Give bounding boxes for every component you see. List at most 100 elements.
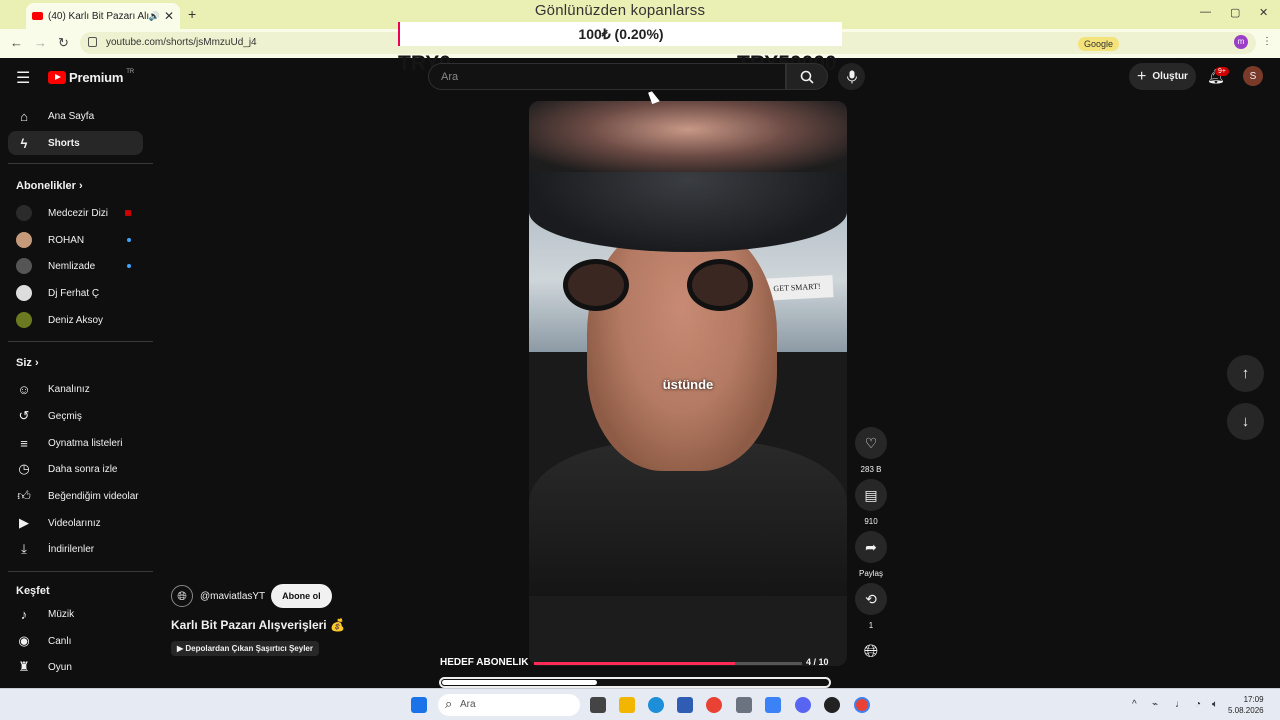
you-heading-label: Siz [16,357,32,369]
sidebar-item-liked-videos[interactable]: 👍︎ Beğendiğim videolar [8,484,143,508]
store-icon[interactable] [677,697,693,713]
sidebar-item-playlists[interactable]: ≡ Oynatma listeleri [8,431,143,455]
comment-button[interactable]: ▤ 910 [855,479,887,526]
next-short-button[interactable]: ↓ [1227,403,1264,440]
site-info-icon[interactable] [88,37,97,47]
sidebar-item-label: Deniz Aksoy [48,314,104,326]
search-input[interactable]: Ara [428,63,786,90]
clock-icon: ◷ [18,461,30,476]
sidebar-item-downloads[interactable]: ⤓ İndirilenler [8,537,143,561]
sidebar-item-your-videos[interactable]: ▶ Videolarınız [8,511,143,535]
calculator-icon[interactable] [736,697,752,713]
speaker-icon[interactable]: 🔊 [149,11,160,22]
new-content-dot-icon [127,264,131,268]
tab-close-icon[interactable]: ✕ [164,9,174,23]
tray-overflow-icon[interactable]: ^ [1132,699,1137,710]
sidebar-item-subscription[interactable]: Medcezir Dizi [8,201,143,225]
obs-icon[interactable] [824,697,840,713]
browser-menu-icon[interactable]: ⋮ [1262,36,1272,47]
you-heading[interactable]: Siz › [16,357,39,369]
channel-globe-icon[interactable]: 🌐︎ [171,585,193,607]
subscribe-button[interactable]: Abone ol [271,584,332,608]
sidebar-item-label: Medcezir Dizi [48,207,109,219]
mic-tray-icon[interactable]: ♩ [1175,699,1185,710]
sidebar-item-subscription[interactable]: Nemlizade [8,254,143,278]
sidebar-item-home[interactable]: ⌂ Ana Sayfa [8,104,143,128]
sidebar-item-watch-later[interactable]: ◷ Daha sonra izle [8,457,143,481]
sidebar-item-label: Geçmiş [48,410,82,422]
forward-icon[interactable]: → [34,35,47,50]
create-button[interactable]: + Oluştur [1129,63,1196,90]
arrow-down-icon: ↓ [1241,413,1250,430]
sidebar-item-label: Oyun [48,661,72,673]
sidebar-item-your-channel[interactable]: ☺ Kanalınız [8,377,143,401]
file-explorer-icon[interactable] [619,697,635,713]
divider [8,163,153,164]
taskbar-search[interactable]: Ara [438,694,580,716]
comment-count: 910 [864,517,878,526]
sidebar-item-label: ROHAN [48,234,85,246]
audio-channel-button[interactable]: 🌐︎ [855,635,887,667]
sidebar-item-shorts[interactable]: ϟ Shorts [8,131,143,155]
video-person-face [587,221,777,471]
live-indicator-icon [125,210,131,216]
wifi-icon[interactable]: ◔ [1195,699,1201,710]
remix-count: 1 [868,621,874,630]
browser-tab[interactable]: (40) Karlı Bit Pazarı Alışveriş 🔊 ✕ [26,3,180,29]
comment-icon: ▤ [855,479,887,511]
sidebar-item-music[interactable]: ♪ Müzik [8,602,143,626]
taskbar: Ara ^ ⌁ ♩ ◔ 🔈︎ 17:09 5.08.2026 [0,688,1280,720]
task-view-icon[interactable] [590,697,606,713]
sidebar-item-live[interactable]: ◉ Canlı [8,629,143,653]
chrome-icon[interactable] [706,697,722,713]
new-tab-button[interactable]: + [188,6,196,22]
sidebar-item-label: İndirilenler [48,543,95,555]
clock-date: 5.08.2026 [1228,706,1264,715]
video-icon: ▶ [19,515,29,530]
channel-avatar [16,258,32,274]
chevron-right-icon: › [78,180,83,192]
video-progress-bar[interactable] [439,677,831,688]
remix-button[interactable]: ⟲ 1 [855,583,887,630]
channel-avatar [16,232,32,248]
search-button[interactable] [786,63,828,90]
window-close-button[interactable]: ✕ [1259,6,1268,19]
discord-icon[interactable] [795,697,811,713]
window-maximize-button[interactable]: ▢ [1230,6,1240,19]
back-icon[interactable]: ← [10,35,23,50]
sidebar-item-subscription[interactable]: Dj Ferhat Ç [8,281,143,305]
reload-icon[interactable]: ↻ [58,35,69,51]
sidebar-item-gaming[interactable]: ♜ Oyun [8,655,143,679]
google-lens-chip[interactable]: Google [1078,37,1120,51]
volume-icon[interactable]: 🔈︎ [1212,699,1218,710]
previous-short-button[interactable]: ↑ [1227,355,1264,392]
edge-icon[interactable] [648,697,664,713]
voice-search-button[interactable] [838,63,865,90]
network-icon[interactable]: ⌁ [1152,699,1158,710]
window-minimize-button[interactable]: — [1200,6,1211,18]
account-avatar[interactable]: S [1243,66,1263,86]
divider [8,571,153,572]
video-person-hat [529,172,847,252]
like-button[interactable]: ♡ 283 B [855,427,887,474]
thumbs-up-icon: 👍︎ [17,488,31,503]
short-video-player[interactable]: GET SMART! üstünde [529,101,847,666]
channel-info: 🌐︎ @maviatlasYT Abone ol [171,584,332,608]
playlist-icon: ≡ [20,435,28,451]
profile-icon[interactable]: m [1234,35,1248,49]
sidebar-item-subscription[interactable]: Deniz Aksoy [8,308,143,332]
taskbar-clock[interactable]: 17:09 5.08.2026 [1228,694,1264,716]
subscriptions-heading[interactable]: Abonelikler › [16,180,83,192]
windows-start-icon[interactable] [411,697,427,713]
chrome-active-icon[interactable] [854,697,870,713]
share-icon: ➦ [855,531,887,563]
live-icon: ◉ [18,633,30,648]
channel-avatar [16,205,32,221]
sidebar-item-history[interactable]: ↺ Geçmiş [8,404,143,428]
related-playlist-chip[interactable]: ▶ Depolardan Çıkan Şaşırtıcı Şeyler [171,641,319,656]
share-button[interactable]: ➦ Paylaş [855,531,887,578]
settings-icon[interactable] [765,697,781,713]
sidebar-item-label: Videolarınız [48,517,101,529]
sidebar-item-subscription[interactable]: ROHAN [8,228,143,252]
channel-name[interactable]: @maviatlasYT [200,591,265,602]
